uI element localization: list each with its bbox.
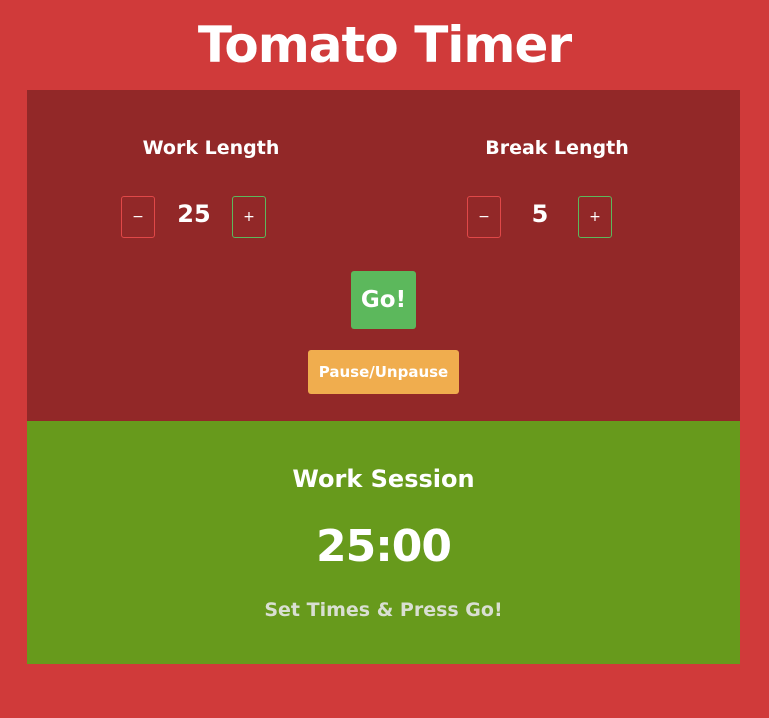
session-status: Set Times & Press Go! (264, 599, 503, 621)
settings-panel: Work Length − 25 + Break Length − 5 + Go… (27, 90, 740, 421)
app-title: Tomato Timer (197, 16, 572, 74)
work-length-setting: Work Length − 25 + (91, 90, 331, 250)
work-decrement-button[interactable]: − (121, 196, 155, 238)
session-title: Work Session (292, 465, 475, 493)
break-length-setting: Break Length − 5 + (437, 90, 677, 250)
work-length-label: Work Length (142, 137, 280, 159)
work-increment-button[interactable]: + (232, 196, 266, 238)
break-increment-button[interactable]: + (578, 196, 612, 238)
session-time: 25:00 (315, 521, 452, 572)
break-decrement-button[interactable]: − (467, 196, 501, 238)
go-button[interactable]: Go! (351, 271, 416, 329)
break-length-value: 5 (531, 200, 549, 228)
pause-unpause-button[interactable]: Pause/Unpause (308, 350, 459, 394)
work-length-value: 25 (177, 200, 211, 228)
break-length-label: Break Length (485, 137, 629, 159)
session-panel: Work Session 25:00 Set Times & Press Go! (27, 421, 740, 664)
